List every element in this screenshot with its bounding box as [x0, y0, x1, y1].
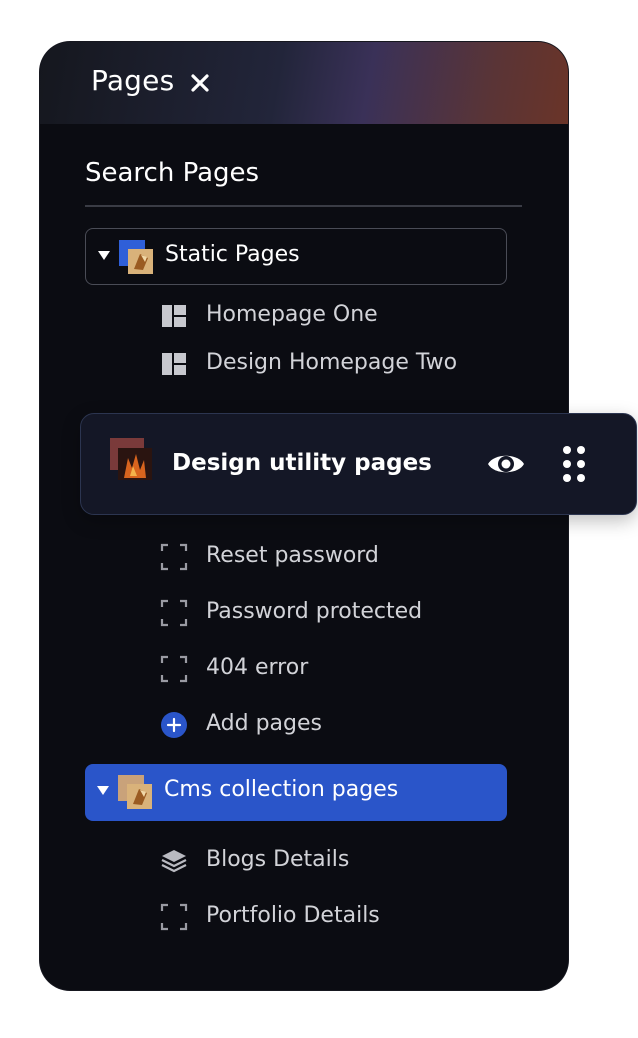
page-item-label: Portfolio Details — [206, 903, 380, 928]
page-item-password-protected[interactable]: Password protected — [160, 592, 540, 632]
page-item-label: Blogs Details — [206, 847, 350, 872]
page-thumbnail-icon — [110, 438, 152, 480]
search-input[interactable] — [85, 154, 522, 192]
page-item-label: Password protected — [206, 599, 423, 624]
add-pages-button[interactable]: Add pages — [160, 704, 540, 744]
layout-icon — [162, 353, 186, 375]
page-item-label: Homepage One — [206, 302, 378, 327]
page-item-reset-password[interactable]: Reset password — [160, 536, 540, 576]
close-icon[interactable] — [186, 69, 214, 97]
pages-panel: Pages Static Pages Homepage One — [40, 42, 568, 990]
page-item-design-homepage-two[interactable]: Design Homepage Two — [160, 343, 540, 383]
page-item-portfolio-details[interactable]: Portfolio Details — [160, 896, 540, 936]
group-label: Cms collection pages — [164, 777, 399, 802]
caret-down-icon[interactable] — [96, 783, 110, 797]
dashed-frame-icon — [160, 543, 188, 571]
page-thumbnail-icon — [119, 240, 153, 274]
page-thumbnail-icon — [118, 775, 152, 809]
search-field — [85, 150, 522, 207]
plus-circle-icon[interactable] — [160, 711, 188, 739]
caret-down-icon[interactable] — [97, 248, 111, 262]
add-pages-label: Add pages — [206, 711, 322, 736]
dashed-frame-icon — [160, 655, 188, 683]
group-cms-collection-pages[interactable]: Cms collection pages — [85, 764, 507, 821]
group-label: Design utility pages — [172, 450, 432, 476]
page-item-homepage-one[interactable]: Homepage One — [160, 295, 540, 335]
page-item-blogs-details[interactable]: Blogs Details — [160, 840, 540, 880]
page-item-label: 404 error — [206, 655, 309, 680]
layers-icon — [161, 850, 187, 873]
dragged-group-design-utility-pages[interactable]: Design utility pages — [80, 413, 637, 515]
page-item-label: Reset password — [206, 543, 379, 568]
group-static-pages[interactable]: Static Pages — [85, 228, 507, 285]
page-item-404-error[interactable]: 404 error — [160, 648, 540, 688]
panel-header: Pages — [40, 42, 568, 124]
page-item-label: Design Homepage Two — [206, 350, 458, 375]
drag-handle-icon[interactable] — [561, 444, 587, 484]
layout-icon — [162, 305, 186, 327]
dashed-frame-icon — [160, 903, 188, 931]
dashed-frame-icon — [160, 599, 188, 627]
group-label: Static Pages — [165, 242, 300, 267]
panel-title: Pages — [91, 64, 175, 97]
eye-icon[interactable] — [486, 447, 526, 481]
